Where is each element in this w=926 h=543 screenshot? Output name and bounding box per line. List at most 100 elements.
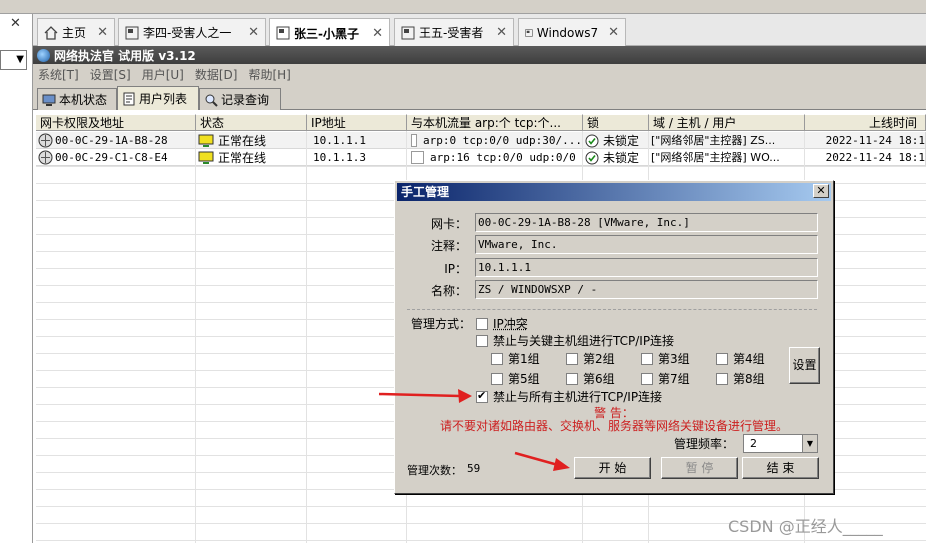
tab-lisi[interactable]: 李四-受害人之一 ✕ — [118, 18, 266, 46]
pause-button[interactable]: 暂 停 — [661, 457, 738, 479]
comment-field[interactable]: VMware, Inc. — [475, 235, 818, 254]
tab-windows7[interactable]: Windows7 ✕ — [518, 18, 626, 46]
tab-label: Windows7 — [536, 25, 599, 40]
tab-label: 王五-受害者 — [419, 26, 484, 40]
menu-user[interactable]: 用户[U] — [142, 66, 184, 83]
warning-text: 请不要对诸如路由器、交换机、服务器等网络关键设备进行管理。 — [439, 419, 788, 433]
name-label: 名称： — [430, 284, 467, 298]
menu-bar: 系统[T] 设置[S] 用户[U] 数据[D] 帮助[H] — [33, 64, 926, 84]
start-button[interactable]: 开 始 — [574, 457, 651, 479]
close-icon[interactable]: ✕ — [238, 25, 259, 40]
col-ip[interactable]: IP地址 — [307, 114, 407, 131]
grid-header: 网卡权限及地址 状态 IP地址 与本机流量 arp:个 tcp:个... 锁 域… — [36, 114, 926, 131]
tab-user-list[interactable]: 用户列表 — [117, 86, 199, 110]
count-label: 管理次数： — [407, 464, 462, 477]
tab-wangwu[interactable]: 王五-受害者 ✕ — [394, 18, 514, 46]
tab-local-status[interactable]: 本机状态 — [37, 88, 117, 110]
annotation-arrow-icon — [378, 389, 472, 403]
table-row[interactable]: 00-0C-29-C1-C8-E4 正常在线 10.1.1.3 arp:16 t… — [36, 149, 926, 166]
user-list-icon — [123, 92, 135, 105]
menu-data[interactable]: 数据[D] — [195, 66, 238, 83]
count-value: 59 — [467, 462, 481, 475]
annotation-arrow-icon — [514, 451, 570, 471]
dialog-title: 手工管理 — [397, 183, 831, 201]
watermark: CSDN @正经人_____ — [728, 517, 883, 536]
tab-label: 主页 — [62, 26, 87, 40]
menu-settings[interactable]: 设置[S] — [90, 66, 131, 83]
block-key-hosts-checkbox[interactable]: 禁止与关键主机组进行TCP/IP连接 — [476, 332, 674, 349]
row-checkbox[interactable] — [411, 151, 424, 164]
comment-label: 注释： — [430, 239, 467, 253]
group-4-checkbox[interactable]: 第4组 — [716, 350, 765, 367]
col-mac[interactable]: 网卡权限及地址 — [36, 114, 196, 131]
local-machine-icon — [42, 94, 56, 106]
unlocked-check-icon — [585, 134, 599, 147]
sub-tab-bar: 本机状态 用户列表 记录查询 — [33, 84, 926, 110]
group-1-checkbox[interactable]: 第1组 — [491, 350, 540, 367]
tab-label: 张三-小黑子 — [294, 26, 359, 41]
group-7-checkbox[interactable]: 第7组 — [641, 370, 690, 387]
group-6-checkbox[interactable]: 第6组 — [566, 370, 615, 387]
settings-button[interactable]: 设置 — [789, 347, 820, 384]
col-lock[interactable]: 锁 — [583, 114, 649, 131]
ip-field[interactable]: 10.1.1.1 — [475, 258, 818, 277]
chevron-down-icon: ▼ — [802, 435, 817, 452]
mgmt-mode-label: 管理方式： — [411, 317, 472, 331]
unlocked-check-icon — [585, 151, 599, 164]
grid-line — [36, 166, 926, 167]
close-icon[interactable]: ✕ — [362, 26, 383, 41]
app-title-bar: 网络执法官 试用版 v3.12 — [33, 46, 926, 64]
group-3-checkbox[interactable]: 第3组 — [641, 350, 690, 367]
grid-line — [306, 131, 307, 543]
vm-icon — [276, 26, 290, 40]
col-status[interactable]: 状态 — [196, 114, 307, 131]
tab-zhangsan[interactable]: 张三-小黑子 ✕ — [269, 18, 390, 47]
group-5-checkbox[interactable]: 第5组 — [491, 370, 540, 387]
vm-tab-bar: 主页 ✕ 李四-受害人之一 ✕ 张三-小黑子 ✕ 王五-受害者 ✕ Window… — [33, 14, 926, 47]
left-pane: ✕ ▼ — [0, 14, 33, 543]
grid-line — [36, 540, 926, 541]
left-pane-combo[interactable]: ▼ — [0, 50, 27, 70]
end-button[interactable]: 结 束 — [742, 457, 819, 479]
vm-icon — [125, 26, 139, 39]
vm-icon — [401, 26, 415, 39]
network-card-icon — [38, 150, 53, 165]
left-pane-close-icon[interactable]: ✕ — [10, 16, 21, 31]
menu-system[interactable]: 系统[T] — [38, 66, 79, 83]
nic-field[interactable]: 00-0C-29-1A-B8-28 [VMware, Inc.] — [475, 213, 818, 232]
online-monitor-icon — [198, 151, 214, 164]
ip-conflict-checkbox[interactable]: IP冲突 — [476, 315, 528, 332]
vm-icon — [525, 28, 533, 37]
col-online-time[interactable]: 上线时间 — [805, 114, 926, 131]
close-icon[interactable]: ✕ — [87, 25, 108, 40]
chevron-down-icon: ▼ — [16, 54, 24, 65]
col-host[interactable]: 域 / 主机 / 用户 — [649, 114, 805, 131]
table-row[interactable]: 00-0C-29-1A-B8-28 正常在线 10.1.1.1 arp:0 tc… — [36, 132, 926, 149]
row-checkbox[interactable] — [411, 134, 418, 147]
grid-line — [36, 506, 926, 507]
tab-record-query[interactable]: 记录查询 — [199, 88, 281, 110]
frequency-label: 管理频率： — [674, 437, 735, 451]
tab-home[interactable]: 主页 ✕ — [37, 18, 115, 46]
network-card-icon — [38, 133, 53, 148]
top-toolbar-strip — [0, 0, 926, 14]
home-icon — [44, 25, 58, 40]
group-8-checkbox[interactable]: 第8组 — [716, 370, 765, 387]
dialog-close-button[interactable]: ✕ — [813, 184, 829, 198]
close-icon[interactable]: ✕ — [486, 25, 507, 40]
frequency-select[interactable]: 2 ▼ — [743, 434, 818, 453]
manual-management-dialog: 手工管理 ✕ 网卡： 00-0C-29-1A-B8-28 [VMware, In… — [394, 180, 834, 494]
group-2-checkbox[interactable]: 第2组 — [566, 350, 615, 367]
nic-label: 网卡： — [430, 217, 467, 231]
name-field[interactable]: ZS / WINDOWSXP / - — [475, 280, 818, 299]
dialog-separator — [407, 309, 817, 310]
ip-label: IP： — [444, 262, 467, 276]
block-all-hosts-checkbox[interactable]: 禁止与所有主机进行TCP/IP连接 — [476, 388, 662, 405]
app-title: 网络执法官 试用版 v3.12 — [54, 48, 196, 63]
grid-line — [195, 131, 196, 543]
close-icon[interactable]: ✕ — [598, 25, 619, 40]
app-logo-icon — [37, 48, 50, 62]
menu-help[interactable]: 帮助[H] — [248, 66, 290, 83]
tab-label: 李四-受害人之一 — [143, 26, 232, 40]
col-traffic[interactable]: 与本机流量 arp:个 tcp:个... — [407, 114, 583, 131]
